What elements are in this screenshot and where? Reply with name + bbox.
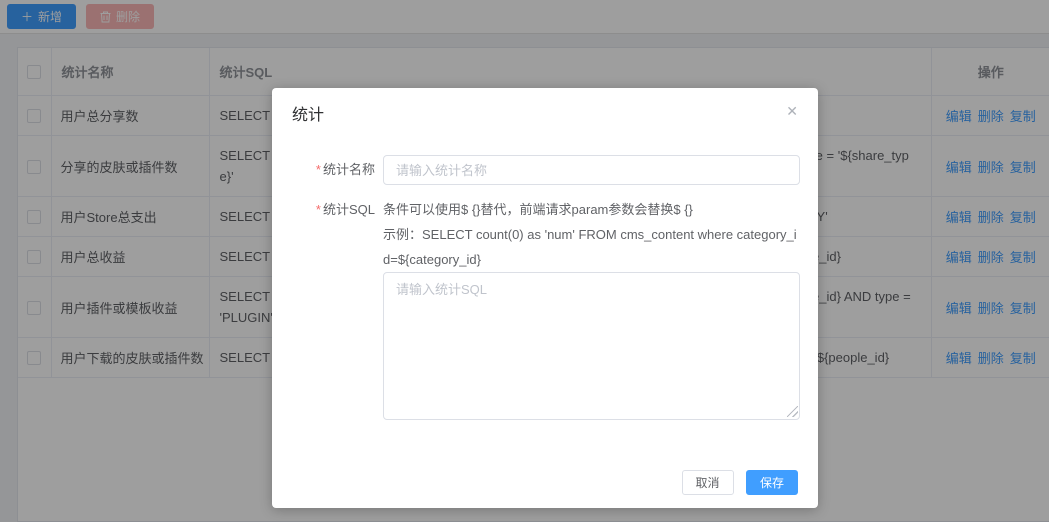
required-mark: * — [315, 162, 321, 177]
textarea-resize-handle[interactable] — [787, 406, 798, 417]
stat-name-label: * 统计名称 — [315, 162, 375, 177]
stat-sql-label: * 统计SQL — [315, 202, 375, 217]
cancel-button[interactable]: 取消 — [681, 470, 734, 495]
stat-sql-textarea[interactable] — [383, 272, 800, 420]
dialog-title: 统计 — [292, 107, 325, 124]
stat-name-input[interactable] — [383, 155, 800, 185]
sql-help-line1: 条件可以使用$ {}替代，前端请求param参数会替换$ {} — [383, 202, 693, 217]
dialog-header: 统计 ✕ — [272, 88, 818, 127]
close-icon[interactable]: ✕ — [786, 104, 798, 118]
dialog-body: *统计名称 *统计SQL 条件可以使用$ {}替代，前端请求param参数会替换… — [272, 127, 818, 420]
stat-name-form-row: * 统计名称 — [272, 155, 800, 185]
stat-sql-form-row: * 统计SQL 条件可以使用$ {}替代，前端请求param参数会替换$ {} 示… — [272, 197, 800, 420]
sql-help-line2: 示例：SELECT count(0) as 'num' FROM cms_con… — [383, 227, 797, 267]
dialog-footer: 取消 保存 — [272, 420, 818, 508]
required-mark: * — [315, 202, 321, 217]
save-button[interactable]: 保存 — [745, 470, 798, 495]
statistics-dialog: 统计 ✕ *统计名称 *统计SQL 条件可以使用$ {}替代，前端请求param… — [272, 88, 818, 508]
